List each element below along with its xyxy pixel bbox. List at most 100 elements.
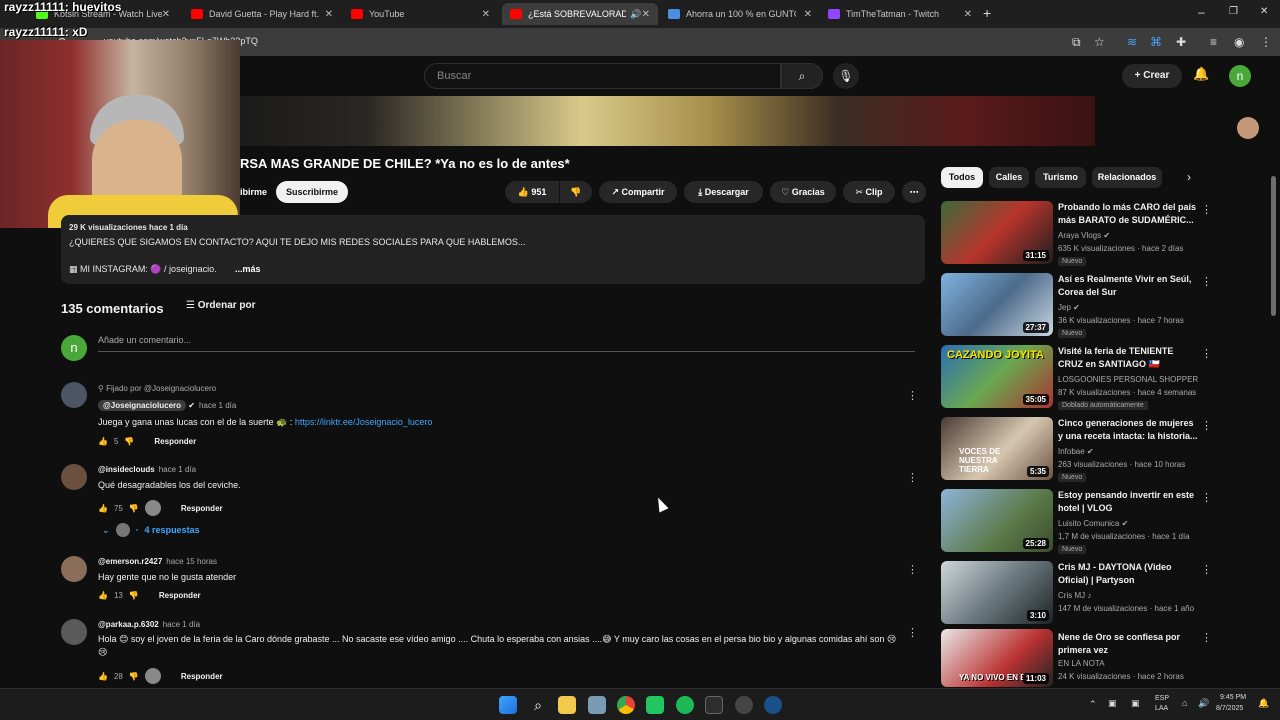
terminal-icon[interactable]	[705, 696, 723, 714]
like-button[interactable]: 👍 951	[505, 181, 559, 203]
add-comment-input[interactable]: Añade un comentario...	[98, 335, 915, 352]
obs-icon[interactable]	[735, 696, 753, 714]
close-icon[interactable]: ✕	[325, 9, 333, 20]
comment-link[interactable]: https://linktr.ee/Joseignacio_lucero	[295, 417, 433, 427]
video-thumbnail[interactable]: VOCES DE NUESTRA TIERRA 5:35	[941, 417, 1053, 480]
video-menu-icon[interactable]: ⋮	[1201, 631, 1212, 644]
search-icon[interactable]: ⌕	[529, 696, 547, 714]
chip-relacionados[interactable]: Relacionados	[1092, 167, 1162, 188]
download-button[interactable]: ⤓ Descargar	[684, 181, 763, 203]
tray-app-icon[interactable]: ▣	[1108, 698, 1117, 709]
tray-app-icon[interactable]: ▣	[1131, 698, 1140, 709]
video-menu-icon[interactable]: ⋮	[1201, 491, 1212, 504]
video-menu-icon[interactable]: ⋮	[1201, 419, 1212, 432]
network-icon[interactable]: ⌂	[1182, 698, 1187, 708]
chrome-icon[interactable]	[617, 696, 635, 714]
comment-author[interactable]: @emerson.r2427 hace 15 horas	[98, 557, 217, 566]
close-icon[interactable]: ✕	[482, 9, 490, 20]
close-icon[interactable]: ✕	[964, 9, 972, 20]
comment-menu-icon[interactable]: ⋮	[907, 563, 918, 576]
video-thumbnail[interactable]: YA NO VIVO EN EL 11:03	[941, 629, 1053, 687]
commenter-avatar[interactable]	[61, 382, 87, 408]
install-icon[interactable]: ⧉	[1072, 35, 1081, 50]
close-icon[interactable]: ✕	[804, 9, 812, 20]
browser-menu-icon[interactable]: ⋮	[1260, 35, 1272, 49]
description-box[interactable]: 29 K visualizaciones hace 1 día ¿QUIERES…	[61, 215, 925, 284]
thumbs-down-icon[interactable]: 👎	[129, 504, 139, 513]
thumbs-up-icon[interactable]: 👍	[98, 504, 108, 513]
reply-button[interactable]: Responder	[181, 672, 223, 681]
extension-translate-icon[interactable]: ⌘	[1150, 35, 1162, 49]
chevron-right-icon[interactable]: ›	[1187, 170, 1191, 184]
video-menu-icon[interactable]: ⋮	[1201, 563, 1212, 576]
related-video[interactable]: CAZANDO JOYITA 35:05 Visité la feria de …	[941, 345, 1241, 411]
reply-button[interactable]: Responder	[159, 591, 201, 600]
commenter-avatar[interactable]	[61, 464, 87, 490]
new-tab-icon[interactable]: +	[983, 5, 991, 21]
sort-comments-button[interactable]: ☰ Ordenar por	[186, 300, 256, 311]
close-icon[interactable]: ✕	[162, 9, 170, 20]
video-thumbnail[interactable]: 3:10	[941, 561, 1053, 624]
window-close-icon[interactable]: ✕	[1260, 6, 1268, 17]
video-menu-icon[interactable]: ⋮	[1201, 275, 1212, 288]
video-thumbnail[interactable]: CAZANDO JOYITA 35:05	[941, 345, 1053, 408]
related-video[interactable]: 31:15 Probando lo más CARO del país más …	[941, 201, 1241, 267]
show-more-link[interactable]: ...más	[235, 264, 261, 274]
related-video[interactable]: 27:37 Así es Realmente Vivir en Seúl, Co…	[941, 273, 1241, 339]
share-button[interactable]: ↗ Compartir	[599, 181, 677, 203]
notifications-icon[interactable]: 🔔	[1258, 698, 1269, 709]
steam-icon[interactable]	[764, 696, 782, 714]
chip-calles[interactable]: Calles	[989, 167, 1029, 188]
video-menu-icon[interactable]: ⋮	[1201, 347, 1212, 360]
extension-wave-icon[interactable]: ≋	[1127, 35, 1137, 49]
account-avatar[interactable]: n	[1229, 65, 1251, 87]
voice-search-button[interactable]: 🎙	[833, 63, 859, 89]
tab-active-video[interactable]: ¿Está SOBREVALORADO el 🔊 ✕	[502, 3, 658, 25]
tab-steam[interactable]: Ahorra un 100 % en GUNTOUC ✕	[660, 3, 820, 25]
thumbs-down-icon[interactable]: 👎	[129, 591, 139, 600]
close-icon[interactable]: ✕	[642, 9, 650, 20]
video-thumbnail[interactable]: 31:15	[941, 201, 1053, 264]
comment-author[interactable]: @parkaa.p.6302 hace 1 día	[98, 620, 200, 629]
windows-start-icon[interactable]	[499, 696, 517, 714]
subscribe-button[interactable]: Suscribirme	[276, 181, 348, 203]
thumbs-up-icon[interactable]: 👍	[98, 672, 108, 681]
reply-button[interactable]: Responder	[154, 437, 196, 446]
chip-todos[interactable]: Todos	[941, 167, 983, 188]
related-video[interactable]: 3:10 Cris MJ - DAYTONA (Video Oficial) |…	[941, 561, 1241, 627]
app-green-icon[interactable]	[646, 696, 664, 714]
related-video[interactable]: 25:28 Estoy pensando invertir en este ho…	[941, 489, 1241, 555]
related-video[interactable]: YA NO VIVO EN EL 11:03 Nene de Oro se co…	[941, 629, 1241, 687]
comment-menu-icon[interactable]: ⋮	[907, 626, 918, 639]
maximize-icon[interactable]: ❐	[1229, 6, 1238, 17]
commenter-avatar[interactable]	[61, 556, 87, 582]
page-scrollbar[interactable]	[1271, 176, 1276, 316]
show-replies-button[interactable]: ⌄ · 4 respuestas	[102, 523, 200, 537]
more-actions-button[interactable]: ⋯	[902, 181, 926, 203]
commenter-avatar[interactable]	[61, 619, 87, 645]
language-indicator[interactable]: ESP	[1155, 695, 1169, 702]
video-thumbnail[interactable]: 25:28	[941, 489, 1053, 552]
chip-turismo[interactable]: Turismo	[1035, 167, 1086, 188]
profile-icon[interactable]: ◉	[1234, 35, 1244, 49]
thumbs-up-icon[interactable]: 👍	[98, 437, 108, 446]
clock-time[interactable]: 9:45 PM	[1220, 694, 1246, 701]
comment-author[interactable]: @Joseignaciolucero ✔ hace 1 día	[98, 400, 236, 411]
comment-author[interactable]: @insideclouds hace 1 día	[98, 465, 196, 474]
notifications-bell-icon[interactable]: 🔔	[1193, 66, 1209, 82]
thumbs-up-icon[interactable]: 👍	[98, 591, 108, 600]
dislike-button[interactable]: 👎	[560, 181, 592, 203]
comment-menu-icon[interactable]: ⋮	[907, 471, 918, 484]
chevron-up-icon[interactable]: ⌃	[1089, 699, 1097, 710]
video-menu-icon[interactable]: ⋮	[1201, 203, 1212, 216]
search-input[interactable]: Buscar	[424, 63, 781, 89]
channel-watermark-avatar[interactable]	[1237, 117, 1259, 139]
comment-menu-icon[interactable]: ⋮	[907, 389, 918, 402]
thumbs-down-icon[interactable]: 👎	[129, 672, 139, 681]
related-video[interactable]: VOCES DE NUESTRA TIERRA 5:35 Cinco gener…	[941, 417, 1241, 483]
speaker-icon[interactable]: 🔊	[630, 9, 641, 20]
thanks-button[interactable]: ♡ Gracias	[770, 181, 836, 203]
volume-icon[interactable]: 🔊	[1198, 698, 1209, 709]
app-icon[interactable]	[588, 696, 606, 714]
playlist-icon[interactable]: ≡	[1210, 35, 1217, 49]
